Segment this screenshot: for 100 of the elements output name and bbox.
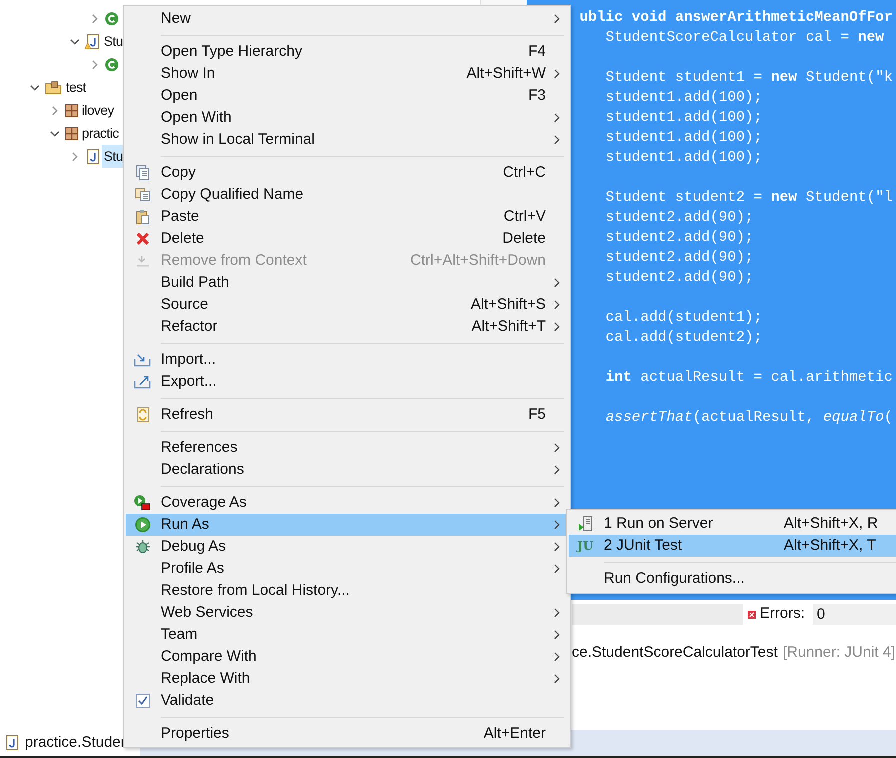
menu-item[interactable]: Restore from Local History... — [126, 580, 568, 602]
menu-item[interactable]: Open With — [126, 107, 568, 129]
menu-item[interactable]: Run As — [126, 514, 568, 536]
chevron-down-icon[interactable] — [30, 82, 40, 92]
shortcut-label: F5 — [528, 404, 546, 425]
runner-label: [Runner: JUnit 4] — [782, 643, 896, 663]
errors-label: Errors: — [760, 604, 805, 624]
menu-item[interactable]: Paste Ctrl+V — [126, 206, 568, 228]
shortcut-label: Ctrl+Alt+Shift+Down — [410, 250, 546, 271]
tree-item[interactable]: Stu — [102, 145, 124, 168]
menu-item[interactable]: Copy Qualified Name — [126, 184, 568, 206]
copy-icon — [134, 188, 150, 202]
shortcut-label: F4 — [528, 42, 546, 62]
shortcut-label: Alt+Shift+X, T — [784, 536, 878, 556]
menu-item[interactable]: Coverage As — [126, 492, 568, 514]
code-line: student2.add(90); — [604, 269, 754, 288]
import-icon — [134, 353, 151, 367]
shortcut-label: Delete — [502, 228, 546, 249]
menu-item[interactable]: Refresh F5 — [126, 404, 568, 426]
menu-item[interactable]: JU 2 JUnit Test Alt+Shift+X, T — [569, 535, 896, 557]
shortcut-label: Alt+Shift+S — [470, 294, 546, 315]
test-class-name: ce.StudentScoreCalculatorTest — [572, 643, 778, 663]
menu-item[interactable]: Import... — [126, 349, 568, 371]
package-icon — [65, 104, 79, 118]
tree-item[interactable]: ilovey — [80, 99, 116, 122]
export-icon — [134, 375, 151, 389]
tree-item[interactable]: test — [64, 76, 88, 99]
menu-item[interactable]: Delete Delete — [126, 228, 568, 250]
source-folder-icon — [45, 80, 63, 94]
refresh-icon — [135, 407, 150, 423]
shortcut-label: Alt+Shift+X, R — [784, 514, 880, 534]
class-icon — [105, 58, 119, 72]
shortcut-label: Alt+Shift+T — [472, 316, 546, 337]
menu-item[interactable]: Source Alt+Shift+S — [126, 294, 568, 316]
java-file-warning-icon — [85, 34, 101, 50]
menu-item[interactable]: Open Type Hierarchy F4 — [126, 41, 568, 63]
menu-item[interactable]: References — [126, 437, 568, 459]
clipboard-icon — [136, 209, 150, 225]
checkmark-icon — [136, 694, 150, 708]
code-line: cal.add(student1); — [604, 309, 762, 328]
java-file-icon — [85, 148, 101, 164]
menu-item[interactable]: Refactor Alt+Shift+T — [126, 316, 568, 338]
menu-item[interactable]: Run Configurations... — [569, 568, 896, 590]
delete-icon — [136, 232, 150, 246]
code-line: StudentScoreCalculator cal = new — [604, 29, 884, 48]
remove-icon — [134, 254, 150, 268]
menu-item[interactable]: Profile As — [126, 558, 568, 580]
tree-item[interactable]: Stu — [102, 30, 124, 53]
java-file-icon — [4, 735, 20, 751]
menu-item[interactable]: Show In Alt+Shift+W — [126, 63, 568, 85]
code-line: student1.add(100); — [604, 129, 762, 148]
junit-icon: JU — [577, 537, 594, 555]
code-line: cal.add(student2); — [604, 329, 762, 348]
code-line: int actualResult = cal.arithmetic — [604, 369, 893, 388]
code-line: student2.add(90); — [604, 229, 754, 248]
server-icon — [578, 516, 594, 532]
error-icon — [748, 610, 756, 618]
code-line: assertThat(actualResult, equalTo( — [604, 409, 893, 428]
menu-item[interactable]: Debug As — [126, 536, 568, 558]
code-line: student1.add(100); — [604, 89, 762, 108]
code-line: Student student1 = new Student("k — [604, 69, 893, 88]
shortcut-label: Alt+Enter — [484, 724, 546, 744]
menu-item[interactable]: Copy Ctrl+C — [126, 162, 568, 184]
bug-icon — [134, 539, 150, 555]
code-line: ublic void answerArithmeticMeanOfFor — [580, 9, 893, 28]
chevron-down-icon[interactable] — [50, 128, 60, 138]
menu-item[interactable]: 1 Run on Server Alt+Shift+X, R — [569, 513, 896, 535]
shortcut-label: Ctrl+C — [503, 162, 546, 183]
chevron-right-icon[interactable] — [90, 60, 100, 70]
chevron-right-icon[interactable] — [50, 106, 60, 116]
menu-item[interactable]: Show in Local Terminal — [126, 129, 568, 151]
shortcut-label: F3 — [528, 86, 546, 106]
menu-item[interactable]: Declarations — [126, 459, 568, 481]
class-icon — [105, 12, 119, 26]
menu-item[interactable]: Export... — [126, 371, 568, 393]
copy-icon — [136, 165, 150, 181]
code-line: Student student2 = new Student("l — [604, 189, 893, 208]
menu-item[interactable]: Compare With — [126, 646, 568, 668]
code-line: student1.add(100); — [604, 149, 762, 168]
menu-item[interactable]: Open F3 — [126, 85, 568, 107]
code-line: student2.add(90); — [604, 249, 754, 268]
package-icon — [65, 126, 79, 140]
menu-item[interactable]: Web Services — [126, 602, 568, 624]
shortcut-label: Ctrl+V — [504, 206, 546, 227]
shortcut-label: Alt+Shift+W — [466, 64, 546, 84]
code-line: student2.add(90); — [604, 209, 754, 228]
menu-item[interactable]: Replace With — [126, 668, 568, 690]
menu-item[interactable]: Validate — [126, 690, 568, 712]
editor-tab[interactable]: practice.Studer — [0, 730, 140, 756]
code-line: student1.add(100); — [604, 109, 762, 128]
chevron-right-icon[interactable] — [70, 152, 80, 162]
errors-count: 0 — [813, 604, 896, 625]
coverage-icon — [134, 495, 151, 511]
chevron-down-icon[interactable] — [70, 36, 80, 46]
menu-item[interactable]: New — [126, 8, 568, 30]
chevron-right-icon[interactable] — [90, 14, 100, 24]
tree-item[interactable]: practic — [80, 122, 120, 145]
play-icon — [134, 517, 150, 533]
menu-item[interactable]: Team — [126, 624, 568, 646]
menu-item[interactable]: Build Path — [126, 272, 568, 294]
